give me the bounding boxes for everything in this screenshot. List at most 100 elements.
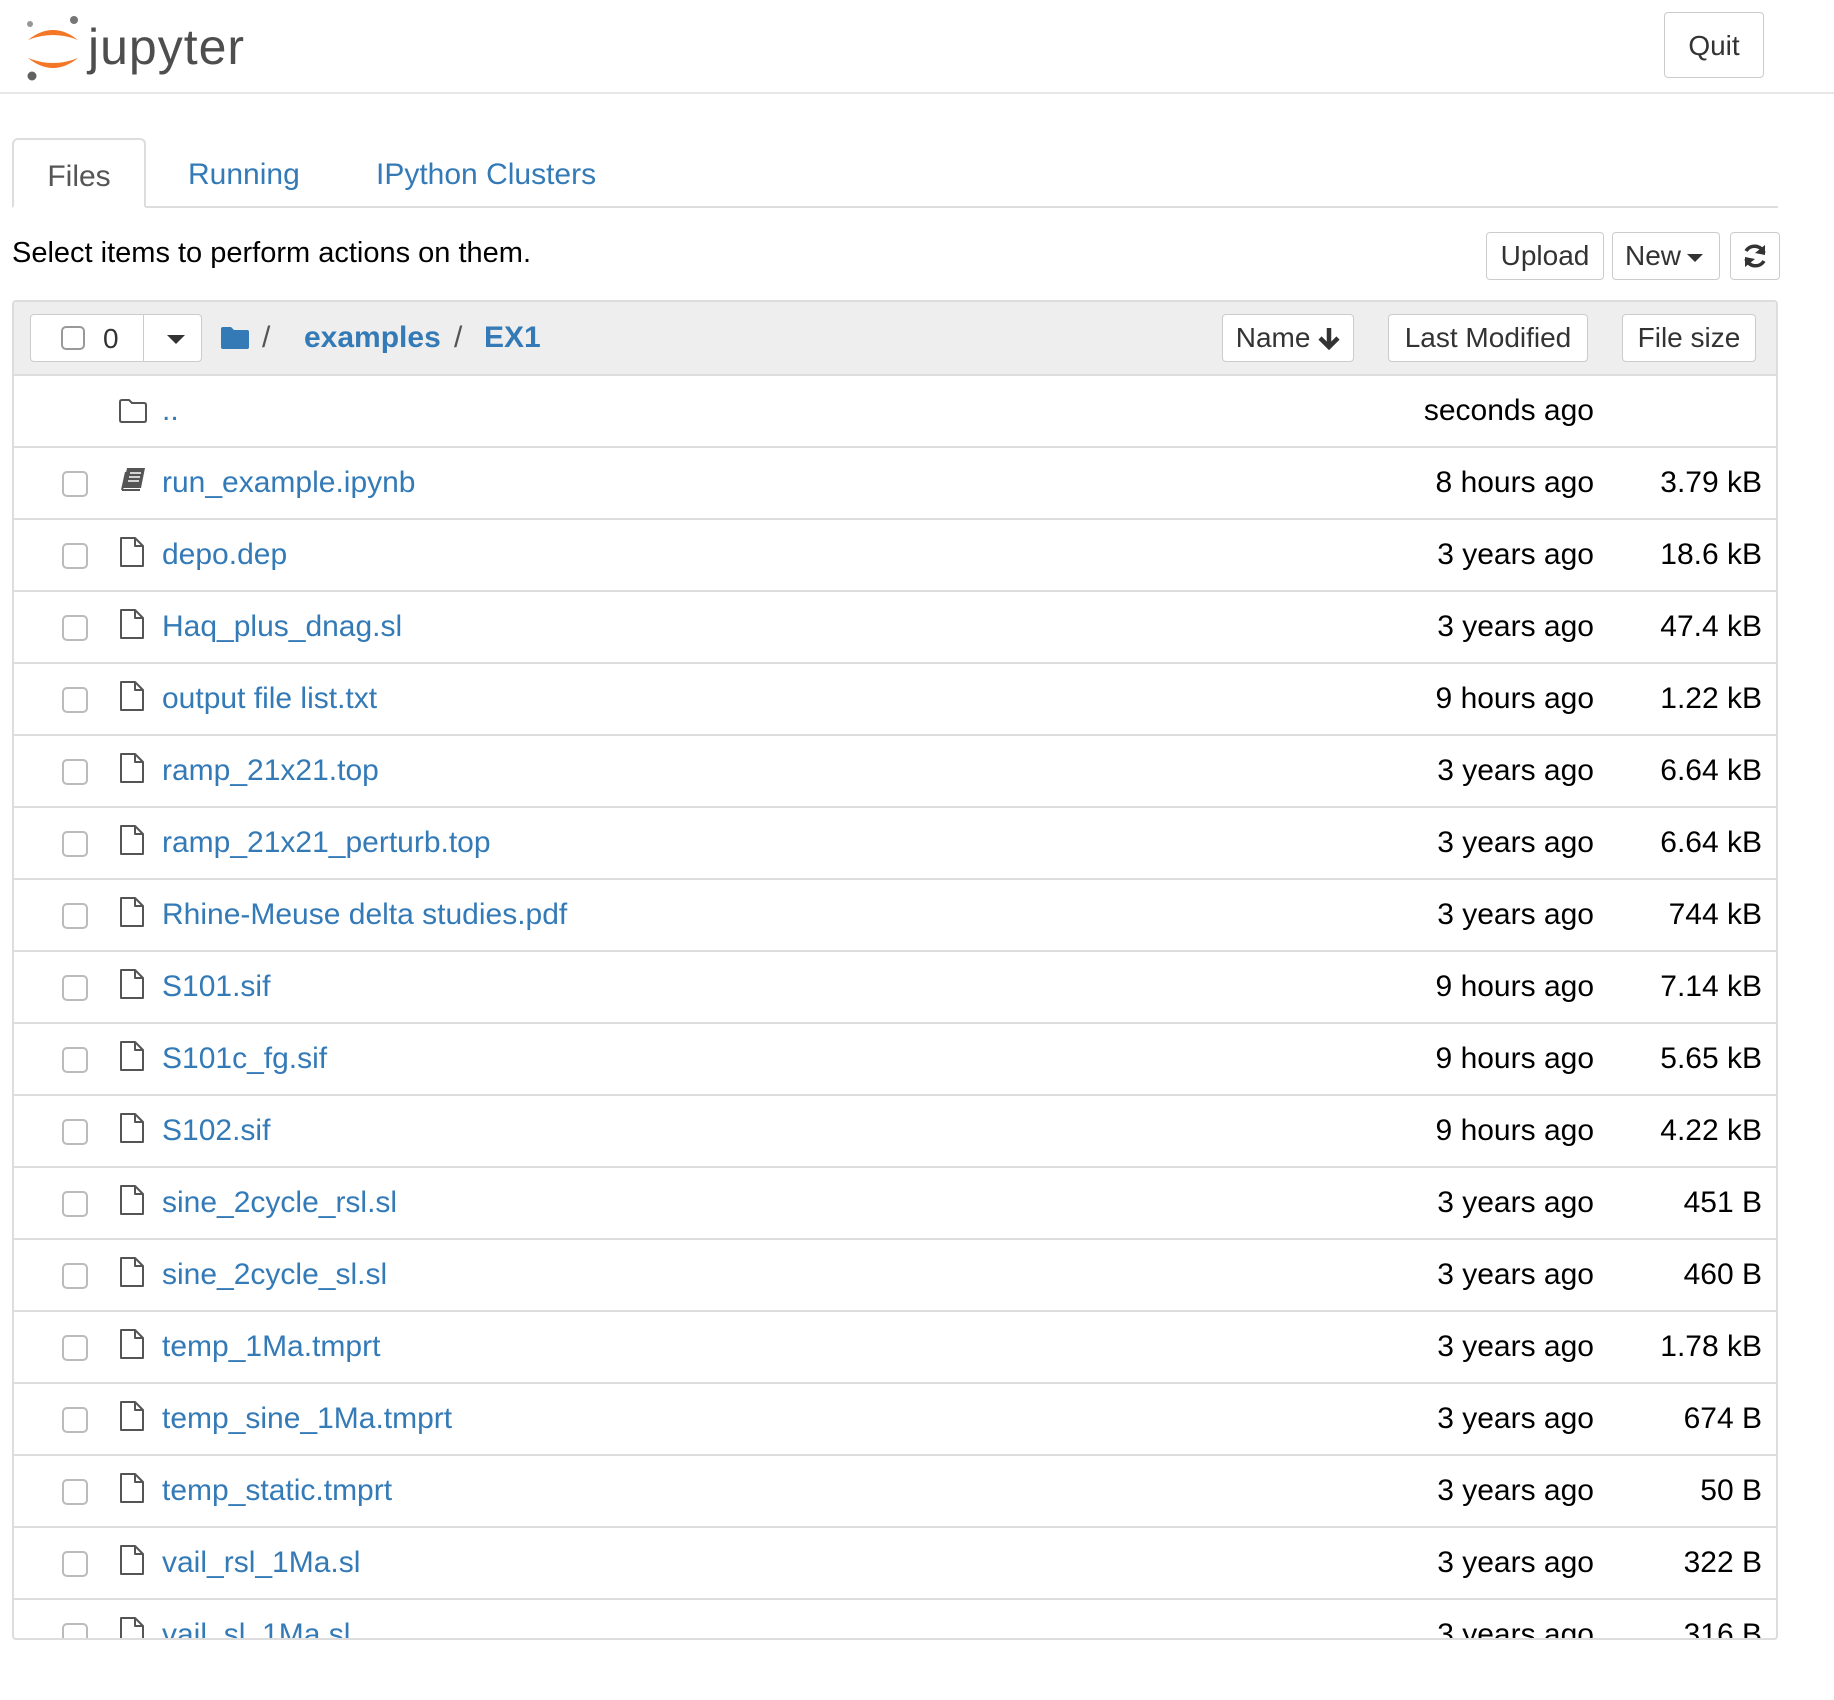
file-checkbox[interactable] xyxy=(62,975,88,1001)
last-modified: 3 years ago xyxy=(1437,1546,1594,1579)
file-row[interactable]: S102.sif 9 hours ago 4.22 kB xyxy=(14,1096,1776,1168)
last-modified: 3 years ago xyxy=(1437,898,1594,931)
selected-count: 0 xyxy=(103,323,119,354)
file-row[interactable]: temp_sine_1Ma.tmprt 3 years ago 674 B xyxy=(14,1384,1776,1456)
file-checkbox[interactable] xyxy=(62,1047,88,1073)
file-icon xyxy=(118,824,146,861)
file-name-link[interactable]: Rhine-Meuse delta studies.pdf xyxy=(162,898,567,932)
file-name-link[interactable]: ramp_21x21_perturb.top xyxy=(162,826,491,860)
file-row[interactable]: Rhine-Meuse delta studies.pdf 3 years ago… xyxy=(14,880,1776,952)
file-name-link[interactable]: temp_1Ma.tmprt xyxy=(162,1330,380,1364)
file-checkbox[interactable] xyxy=(62,1263,88,1289)
select-menu-dropdown-icon[interactable] xyxy=(167,335,185,344)
file-name-link[interactable]: sine_2cycle_rsl.sl xyxy=(162,1186,397,1220)
sort-by-modified-button[interactable]: Last Modified xyxy=(1388,314,1588,362)
last-modified: 3 years ago xyxy=(1437,1474,1594,1507)
divider xyxy=(143,315,144,361)
last-modified: seconds ago xyxy=(1423,394,1594,427)
file-name-link[interactable]: output file list.txt xyxy=(162,682,377,716)
new-button[interactable]: New xyxy=(1612,232,1720,280)
parent-directory-row[interactable]: .. seconds ago xyxy=(14,376,1776,448)
file-name-link[interactable]: vail_rsl_1Ma.sl xyxy=(162,1546,360,1580)
file-name-link[interactable]: S101c_fg.sif xyxy=(162,1042,327,1076)
file-name-link[interactable]: depo.dep xyxy=(162,538,287,572)
file-row[interactable]: temp_static.tmprt 3 years ago 50 B xyxy=(14,1456,1776,1528)
file-row[interactable]: S101c_fg.sif 9 hours ago 5.65 kB xyxy=(14,1024,1776,1096)
file-row[interactable]: Haq_plus_dnag.sl 3 years ago 47.4 kB xyxy=(14,592,1776,664)
file-icon xyxy=(118,1184,146,1221)
file-checkbox[interactable] xyxy=(62,831,88,857)
file-icon xyxy=(118,1616,146,1638)
breadcrumb-examples[interactable]: examples xyxy=(304,318,441,358)
arrow-down-icon xyxy=(1318,328,1340,351)
file-row[interactable]: vail_sl_1Ma.sl 3 years ago 316 B xyxy=(14,1600,1776,1640)
file-icon xyxy=(118,1328,146,1365)
tab-running[interactable]: Running xyxy=(188,138,300,206)
file-row[interactable]: temp_1Ma.tmprt 3 years ago 1.78 kB xyxy=(14,1312,1776,1384)
last-modified: 3 years ago xyxy=(1437,1186,1594,1219)
file-name-link[interactable]: temp_sine_1Ma.tmprt xyxy=(162,1402,452,1436)
file-checkbox[interactable] xyxy=(62,903,88,929)
upload-button[interactable]: Upload xyxy=(1486,232,1604,280)
file-row[interactable]: run_example.ipynb 8 hours ago 3.79 kB xyxy=(14,448,1776,520)
file-row[interactable]: S101.sif 9 hours ago 7.14 kB xyxy=(14,952,1776,1024)
file-row[interactable]: sine_2cycle_rsl.sl 3 years ago 451 B xyxy=(14,1168,1776,1240)
last-modified: 9 hours ago xyxy=(1435,970,1594,1003)
top-header: jupyter Quit xyxy=(0,0,1834,94)
jupyter-logo-icon xyxy=(27,16,78,81)
file-row[interactable]: output file list.txt 9 hours ago 1.22 kB xyxy=(14,664,1776,736)
file-name-link[interactable]: ramp_21x21.top xyxy=(162,754,379,788)
breadcrumb-ex1[interactable]: EX1 xyxy=(484,318,541,358)
file-checkbox[interactable] xyxy=(62,471,88,497)
file-checkbox[interactable] xyxy=(62,687,88,713)
folder-icon[interactable] xyxy=(220,326,250,350)
file-size: 7.14 kB xyxy=(1660,970,1762,1003)
file-size: 316 B xyxy=(1683,1618,1762,1640)
last-modified: 9 hours ago xyxy=(1435,1042,1594,1075)
file-size: 6.64 kB xyxy=(1660,826,1762,859)
file-name-link[interactable]: Haq_plus_dnag.sl xyxy=(162,610,402,644)
last-modified: 3 years ago xyxy=(1437,1330,1594,1363)
file-row[interactable]: vail_rsl_1Ma.sl 3 years ago 322 B xyxy=(14,1528,1776,1600)
file-checkbox[interactable] xyxy=(62,543,88,569)
file-checkbox[interactable] xyxy=(62,1191,88,1217)
list-header: 0 / examples / EX1 Name Last Modified Fi… xyxy=(14,302,1776,376)
quit-button[interactable]: Quit xyxy=(1664,12,1764,78)
file-checkbox[interactable] xyxy=(62,1119,88,1145)
refresh-button[interactable] xyxy=(1730,232,1780,280)
file-name-link[interactable]: S101.sif xyxy=(162,970,270,1004)
file-name-link[interactable]: vail_sl_1Ma.sl xyxy=(162,1618,350,1638)
file-icon xyxy=(118,896,146,933)
file-row[interactable]: ramp_21x21.top 3 years ago 6.64 kB xyxy=(14,736,1776,808)
sort-by-size-button[interactable]: File size xyxy=(1622,314,1756,362)
parent-directory-link[interactable]: .. xyxy=(162,394,179,428)
file-size: 3.79 kB xyxy=(1660,466,1762,499)
last-modified: 3 years ago xyxy=(1437,826,1594,859)
file-checkbox[interactable] xyxy=(62,1551,88,1577)
tab-ipython-clusters[interactable]: IPython Clusters xyxy=(376,138,596,206)
last-modified: 3 years ago xyxy=(1437,538,1594,571)
file-row[interactable]: ramp_21x21_perturb.top 3 years ago 6.64 kB xyxy=(14,808,1776,880)
jupyter-logo[interactable]: jupyter xyxy=(22,12,272,82)
main-tabs: Files Running IPython Clusters xyxy=(12,138,1778,208)
select-all-checkbox[interactable] xyxy=(61,326,85,350)
file-name-link[interactable]: run_example.ipynb xyxy=(162,466,416,500)
file-checkbox[interactable] xyxy=(62,615,88,641)
file-name-link[interactable]: S102.sif xyxy=(162,1114,270,1148)
tab-files[interactable]: Files xyxy=(12,138,146,208)
file-checkbox[interactable] xyxy=(62,759,88,785)
file-icon xyxy=(118,1544,146,1581)
file-row[interactable]: depo.dep 3 years ago 18.6 kB xyxy=(14,520,1776,592)
breadcrumb-separator: / xyxy=(454,321,463,354)
sort-by-name-button[interactable]: Name xyxy=(1222,314,1354,362)
new-button-label: New xyxy=(1625,240,1682,271)
file-name-link[interactable]: temp_static.tmprt xyxy=(162,1474,392,1508)
file-name-link[interactable]: sine_2cycle_sl.sl xyxy=(162,1258,387,1292)
file-size: 47.4 kB xyxy=(1660,610,1762,643)
file-row[interactable]: sine_2cycle_sl.sl 3 years ago 460 B xyxy=(14,1240,1776,1312)
file-size: 50 B xyxy=(1700,1474,1762,1507)
file-checkbox[interactable] xyxy=(62,1407,88,1433)
file-checkbox[interactable] xyxy=(62,1335,88,1361)
file-checkbox[interactable] xyxy=(62,1623,88,1638)
file-checkbox[interactable] xyxy=(62,1479,88,1505)
